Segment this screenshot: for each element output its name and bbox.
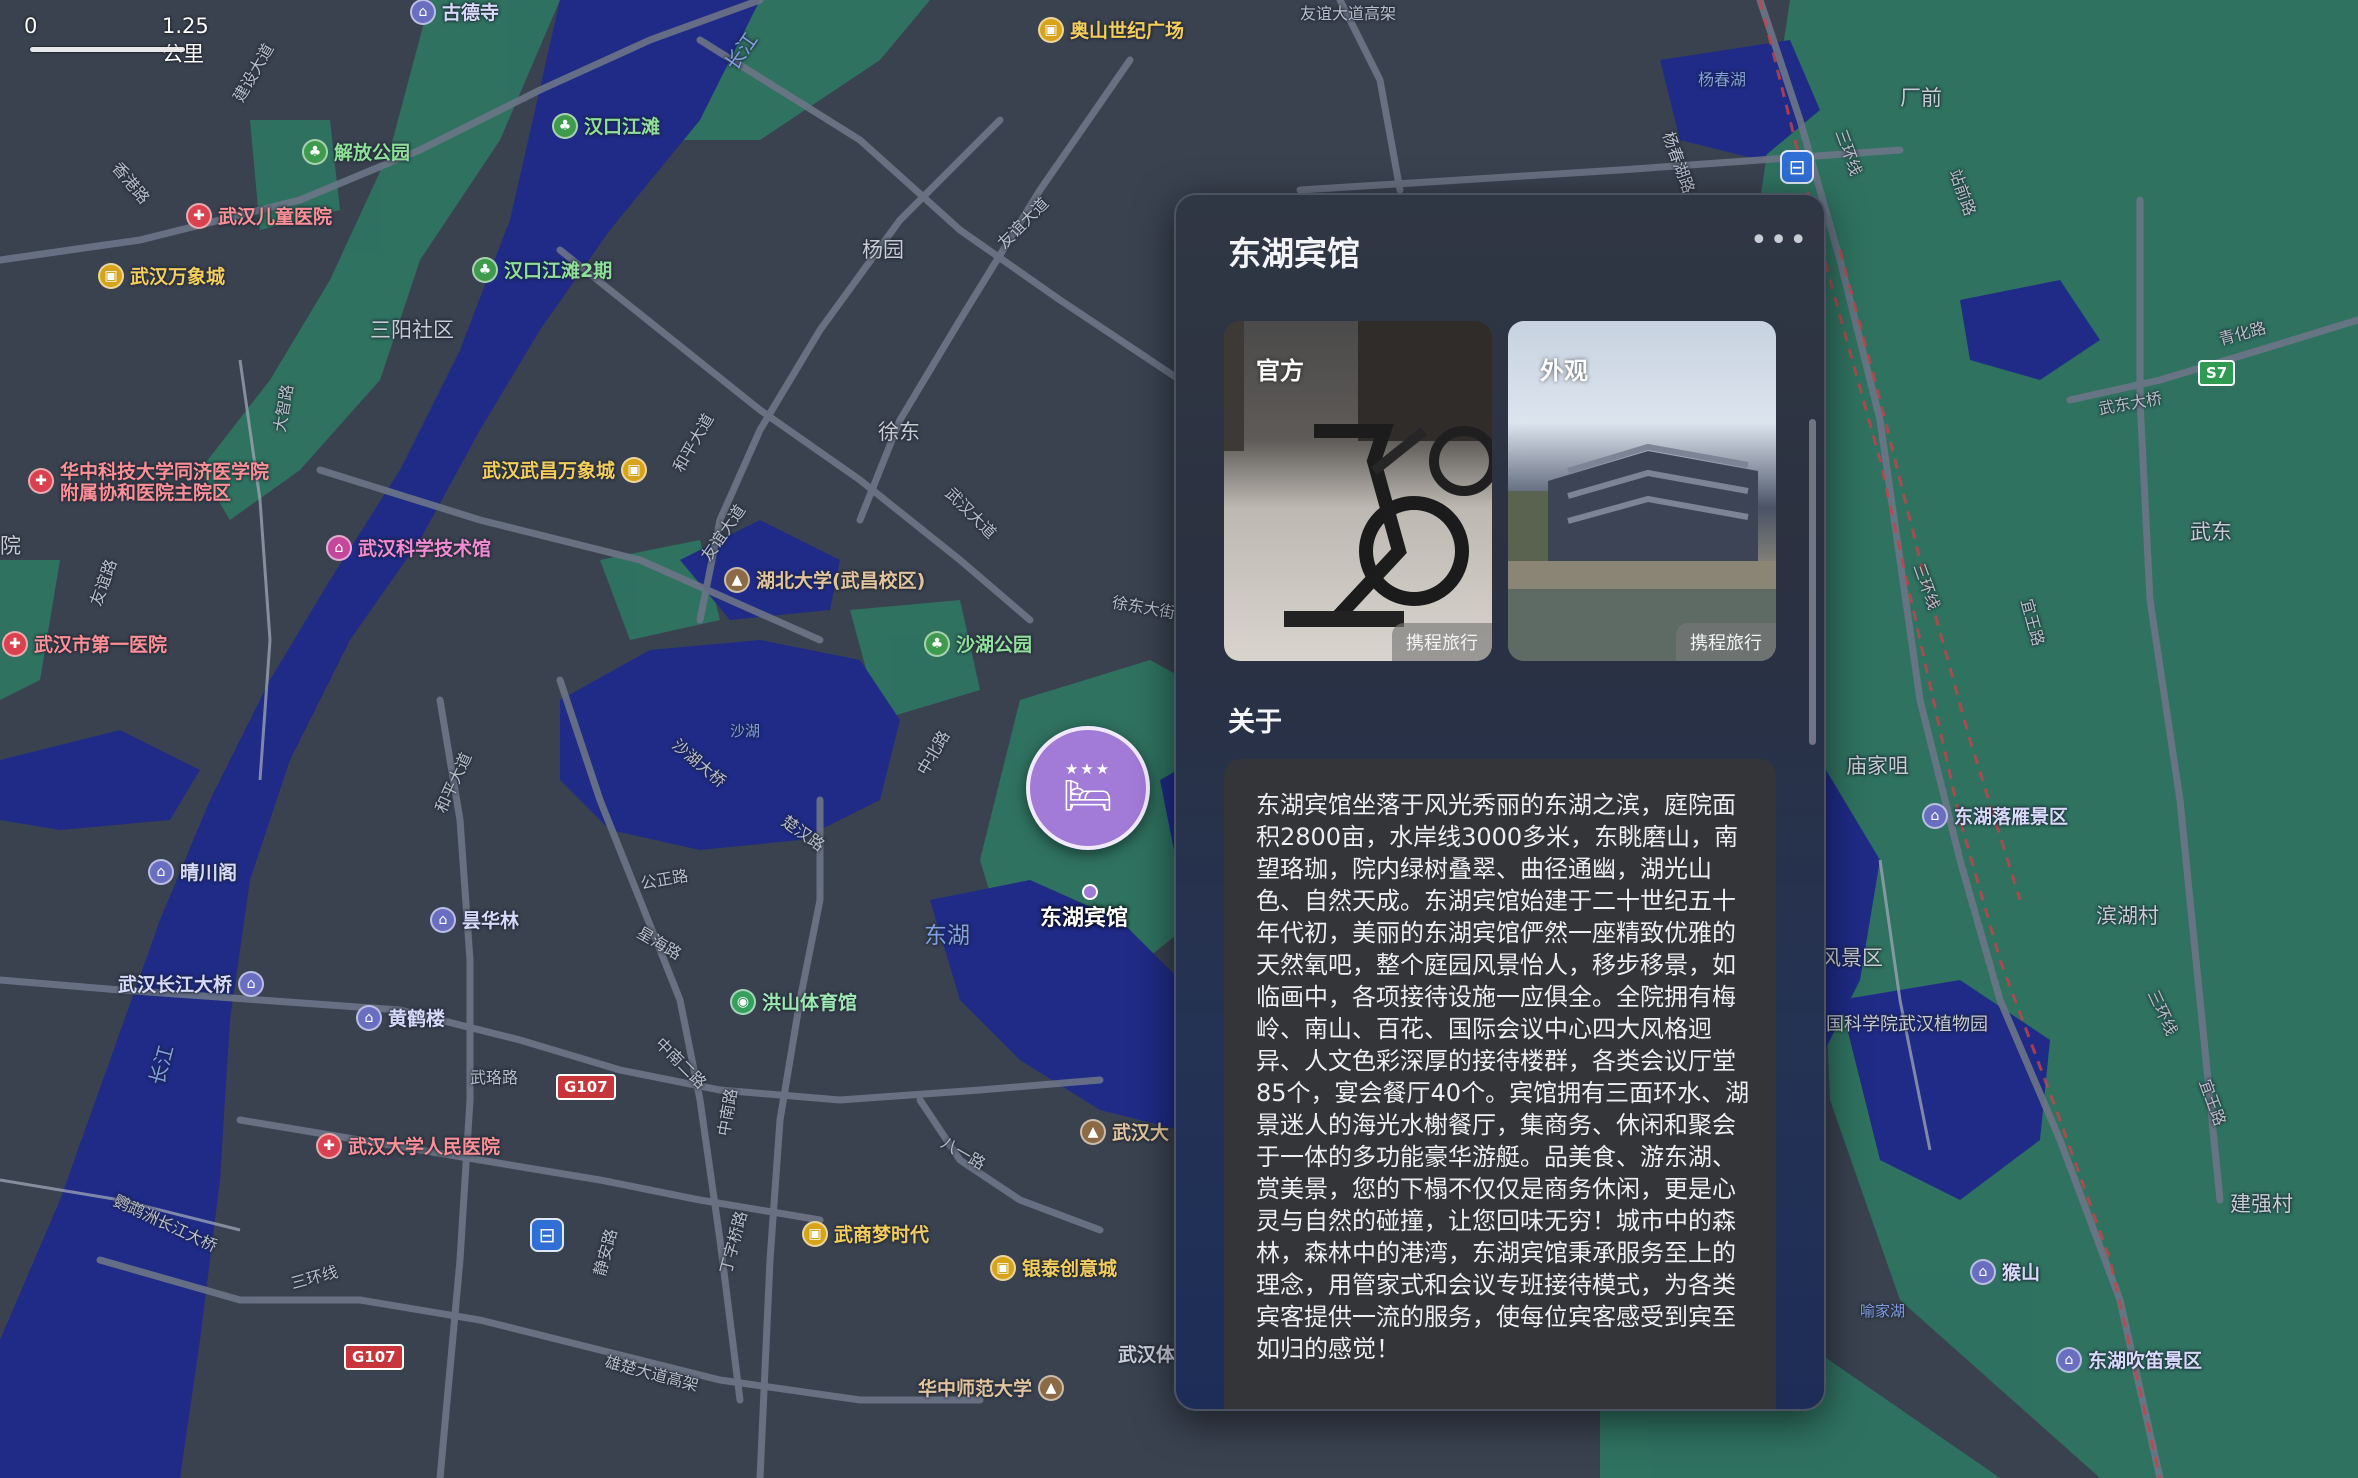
stadium-icon: ◉ xyxy=(730,988,756,1015)
poi-houshan[interactable]: ⌂ 猴山 xyxy=(1970,1258,2040,1285)
district-yangyuan: 杨园 xyxy=(862,238,904,262)
poi-hankou-jiangtan2[interactable]: ♣ 汉口江滩2期 xyxy=(472,256,612,283)
photo-source: 携程旅行 xyxy=(1392,623,1492,661)
shopping-bag-icon: ▣ xyxy=(621,456,648,483)
shopping-bag-icon: ▣ xyxy=(1038,16,1064,43)
poi-first-hospital[interactable]: ✚ 武汉市第一医院 xyxy=(2,630,167,657)
shopping-bag-icon: ▣ xyxy=(802,1220,828,1247)
poi-wuchang-mixc[interactable]: ▣ 武汉武昌万象城 xyxy=(482,456,648,483)
poi-whu[interactable]: ▲ 武汉大 xyxy=(1080,1118,1169,1145)
shopping-bag-icon: ▣ xyxy=(98,262,124,289)
poi-shahu-park[interactable]: ♣ 沙湖公园 xyxy=(924,630,1032,657)
poi-aoshan[interactable]: ▣ 奥山世纪广场 xyxy=(1038,16,1184,43)
poi-mixc[interactable]: ▣ 武汉万象城 xyxy=(98,262,225,289)
poi-tongji-hospital[interactable]: ✚ 华中科技大学同济医学院附属协和医院主院区 xyxy=(28,462,270,504)
district-changfeng: 厂前 xyxy=(1900,86,1942,110)
about-description: 东湖宾馆坐落于风光秀丽的东湖之滨，庭院面积2800亩，水岸线3000多米，东眺磨… xyxy=(1256,791,1750,1363)
poi-hongshan-gym[interactable]: ◉ 洪山体育馆 xyxy=(730,988,857,1015)
selected-place-marker[interactable]: ★★★ 🛏 xyxy=(1026,726,1154,900)
train-station-icon[interactable]: ⊟ xyxy=(530,1218,564,1252)
poi-wuhan-partial[interactable]: 武汉体 xyxy=(1118,1340,1175,1367)
marker-anchor-dot xyxy=(1082,884,1098,900)
hotel-pin[interactable]: ★★★ 🛏 xyxy=(1026,726,1150,850)
landmark-icon: ⌂ xyxy=(430,906,456,933)
district-sanyang: 三阳社区 xyxy=(370,318,454,342)
landmark-icon: ⌂ xyxy=(1922,802,1948,829)
district-hall: 院 xyxy=(0,534,21,558)
poi-yellow-crane[interactable]: ⌂ 黄鹤楼 xyxy=(356,1004,445,1031)
poi-wushang[interactable]: ▣ 武商梦时代 xyxy=(802,1220,929,1247)
hospital-cross-icon: ✚ xyxy=(316,1132,342,1159)
marker-label[interactable]: 东湖宾馆 xyxy=(1040,900,1128,932)
lake-label-donghu: 东湖 xyxy=(924,923,970,949)
bridge-icon: ⌂ xyxy=(238,970,265,997)
tree-icon: ♣ xyxy=(302,138,328,165)
highway-shield-g107: G107 xyxy=(556,1074,616,1100)
poi-jiefang-park[interactable]: ♣ 解放公园 xyxy=(302,138,410,165)
lake-label-yangchun: 杨春湖 xyxy=(1698,70,1747,89)
scale-line xyxy=(30,47,185,52)
poi-children-hospital[interactable]: ✚ 武汉儿童医院 xyxy=(186,202,332,229)
pagoda-icon: ⌂ xyxy=(356,1004,382,1031)
district-jianqiang: 建强村 xyxy=(2230,1192,2293,1216)
tree-icon: ♣ xyxy=(924,630,950,657)
poi-renmin-hospital[interactable]: ✚ 武汉大学人民医院 xyxy=(316,1132,500,1159)
poi-hubei-university[interactable]: ▲ 湖北大学(武昌校区) xyxy=(724,566,925,593)
tree-icon: ♣ xyxy=(552,112,578,139)
about-heading: 关于 xyxy=(1228,707,1282,738)
photo-label: 官方 xyxy=(1256,357,1304,385)
graduation-cap-icon: ▲ xyxy=(1080,1118,1106,1145)
poi-ccnu[interactable]: ▲ 华中师范大学 xyxy=(918,1374,1065,1401)
graduation-cap-icon: ▲ xyxy=(724,566,750,593)
district-botanic: 国科学院武汉植物园 xyxy=(1826,1014,1988,1035)
poi-hankou-jiangtan[interactable]: ♣ 汉口江滩 xyxy=(552,112,660,139)
scale-bar: 0 1.25 公里 xyxy=(22,10,222,66)
photo-official[interactable]: 官方 携程旅行 xyxy=(1224,321,1492,661)
district-xudong: 徐东 xyxy=(878,420,920,444)
poi-gudesi[interactable]: ⌂ 古德寺 xyxy=(410,0,499,25)
hospital-cross-icon: ✚ xyxy=(2,630,28,657)
shopping-bag-icon: ▣ xyxy=(990,1254,1016,1281)
bed-icon: 🛏 xyxy=(1062,773,1114,819)
poi-science-museum[interactable]: ⌂ 武汉科学技术馆 xyxy=(326,534,491,561)
graduation-cap-icon: ▲ xyxy=(1038,1374,1065,1401)
photo-exterior[interactable]: 外观 携程旅行 xyxy=(1508,321,1776,661)
poi-yintai[interactable]: ▣ 银泰创意城 xyxy=(990,1254,1117,1281)
hospital-cross-icon: ✚ xyxy=(28,468,54,494)
lake-label-yujiahu: 喻家湖 xyxy=(1860,1302,1906,1320)
place-title: 东湖宾馆 xyxy=(1228,234,1360,273)
about-description-box: 东湖宾馆坐落于风光秀丽的东湖之滨，庭院面积2800亩，水岸线3000多米，东眺磨… xyxy=(1224,759,1776,1409)
hospital-cross-icon: ✚ xyxy=(186,202,212,229)
place-card: 东湖宾馆 ••• 官方 携程旅行 外观 携程旅行 关于 东湖宾馆坐落于风光秀丽的… xyxy=(1174,193,1826,1411)
district-binhu: 滨湖村 xyxy=(2096,904,2159,928)
poi-tanhualin[interactable]: ⌂ 昙华林 xyxy=(430,906,519,933)
landmark-icon: ⌂ xyxy=(148,858,174,885)
highway-shield-g107: G107 xyxy=(344,1344,404,1370)
district-miaojiazui: 庙家咀 xyxy=(1846,754,1909,778)
scale-distance: 1.25 公里 xyxy=(162,14,209,66)
poi-luoyan[interactable]: ⌂ 东湖落雁景区 xyxy=(1922,802,2068,829)
road-youyi-elevated: 友谊大道高架 xyxy=(1300,4,1397,23)
scale-zero: 0 xyxy=(24,14,38,38)
poi-yangtze-bridge[interactable]: ⌂ 武汉长江大桥 xyxy=(118,970,265,997)
landmark-icon: ⌂ xyxy=(1970,1258,1996,1285)
tree-icon: ♣ xyxy=(472,256,498,283)
landmark-icon: ⌂ xyxy=(410,0,436,25)
highway-shield-s7: S7 xyxy=(2198,360,2236,386)
district-wudong: 武东 xyxy=(2190,520,2232,544)
road-wuluo: 武珞路 xyxy=(470,1068,519,1087)
card-scrollbar[interactable] xyxy=(1809,419,1816,745)
poi-qingchuan[interactable]: ⌂ 晴川阁 xyxy=(148,858,237,885)
museum-icon: ⌂ xyxy=(326,534,352,561)
photo-source: 携程旅行 xyxy=(1676,623,1776,661)
lake-label-shahu: 沙湖 xyxy=(730,722,761,740)
landmark-icon: ⌂ xyxy=(2056,1346,2082,1373)
more-options-button[interactable]: ••• xyxy=(1750,226,1809,256)
photo-label: 外观 xyxy=(1540,357,1588,385)
district-jingqu: 风景区 xyxy=(1820,946,1883,970)
poi-chuidi[interactable]: ⌂ 东湖吹笛景区 xyxy=(2056,1346,2202,1373)
train-station-icon[interactable]: ⊟ xyxy=(1780,150,1814,184)
